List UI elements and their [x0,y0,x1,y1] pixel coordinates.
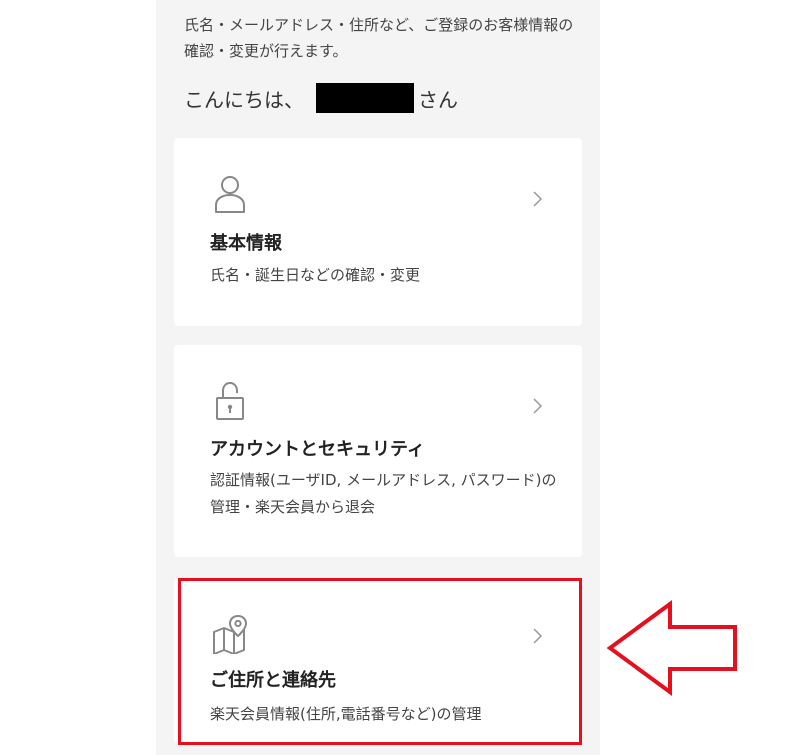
address-contact-card[interactable]: ご住所と連絡先 楽天会員情報(住所,電話番号など)の管理 [174,578,582,743]
redacted-username [316,83,414,113]
greeting-suffix: さん [418,87,458,112]
intro-text: 氏名・メールアドレス・住所など、ご登録のお客様情報の確認・変更が行えます。 [184,16,574,60]
card-title: 基本情報 [210,233,282,254]
chevron-right-icon [533,191,543,207]
lock-icon [216,382,244,420]
user-icon [215,176,245,213]
card-title: アカウントとセキュリティ [210,439,425,460]
greeting: こんにちは、 さん [184,82,458,114]
card-description: 認証情報(ユーザID, メールアドレス, パスワード)の管理・楽天会員から退会 [210,471,557,516]
chevron-right-icon [533,628,543,644]
chevron-right-icon [533,398,543,414]
account-security-card[interactable]: アカウントとセキュリティ 認証情報(ユーザID, メールアドレス, パスワード)… [174,345,582,557]
page: 氏名・メールアドレス・住所など、ご登録のお客様情報の確認・変更が行えます。 こん… [0,0,800,755]
greeting-prefix: こんにちは、 [184,87,304,112]
annotation-arrow-icon [606,600,737,696]
card-description: 楽天会員情報(住所,電話番号など)の管理 [210,705,482,723]
basic-info-card[interactable]: 基本情報 氏名・誕生日などの確認・変更 [174,138,582,326]
card-description: 氏名・誕生日などの確認・変更 [210,266,421,284]
map-pin-icon [213,615,247,654]
card-title: ご住所と連絡先 [210,670,336,691]
